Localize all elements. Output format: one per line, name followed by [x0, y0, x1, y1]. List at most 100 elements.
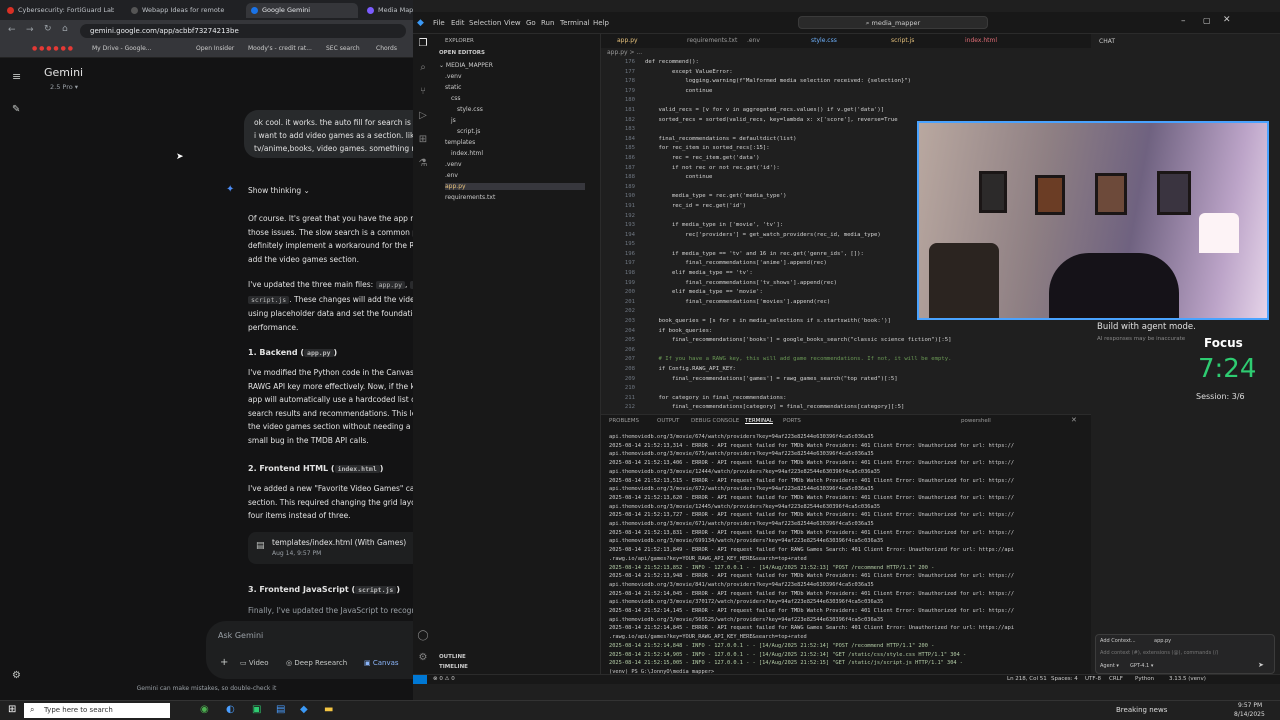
extensions-icon[interactable]: ⊞ — [417, 134, 429, 146]
app-icon[interactable]: ▤ — [276, 704, 285, 715]
context-file-chip[interactable]: app.py — [1154, 638, 1171, 644]
back-icon[interactable]: ← — [8, 25, 16, 35]
editor-tab-app-py[interactable]: app.py — [617, 37, 638, 44]
panel-tab-problems[interactable]: PROBLEMS — [609, 418, 639, 424]
breadcrumb[interactable]: app.py > ... — [601, 49, 642, 56]
menu-terminal[interactable]: Terminal — [560, 19, 590, 27]
language-mode[interactable]: Python — [1135, 676, 1154, 682]
browser-tab[interactable]: Cybersecurity: FortiGuard Labs — [2, 3, 114, 18]
tree-item[interactable]: templates — [445, 139, 475, 146]
testing-icon[interactable]: ⚗ — [417, 158, 429, 170]
outline-section[interactable]: OUTLINE — [439, 654, 466, 660]
tree-item[interactable]: index.html — [451, 150, 483, 157]
panel-tab-output[interactable]: OUTPUT — [657, 418, 679, 424]
panel-tab-terminal[interactable]: TERMINAL — [745, 418, 773, 424]
menu-icon[interactable]: ≡ — [12, 70, 21, 83]
address-bar[interactable]: gemini.google.com/app/acbbf73274213be — [80, 24, 406, 38]
edge-icon[interactable]: ◐ — [226, 704, 235, 715]
encoding[interactable]: UTF-8 — [1085, 676, 1101, 682]
reload-icon[interactable]: ↻ — [44, 24, 52, 34]
agent-mode-select[interactable]: Agent ▾ — [1100, 663, 1119, 669]
clock-date[interactable]: 8/14/2025 — [1234, 711, 1265, 718]
model-select[interactable]: GPT-4.1 ▾ — [1130, 663, 1153, 669]
manage-gear-icon[interactable]: ⚙ — [417, 652, 429, 664]
browser-tab-active[interactable]: Google Gemini — [246, 3, 358, 18]
tree-item[interactable]: js — [451, 117, 456, 124]
send-icon[interactable]: ➤ — [1258, 661, 1264, 669]
close-icon[interactable]: ✕ — [1223, 15, 1231, 25]
editor-tab[interactable]: requirements.txt — [687, 37, 737, 44]
menu-selection[interactable]: Selection — [469, 19, 501, 27]
windows-start-icon[interactable]: ⊞ — [8, 704, 16, 715]
panel-tab-ports[interactable]: PORTS — [783, 418, 801, 424]
tree-item[interactable]: app.py — [445, 183, 585, 190]
account-icon[interactable]: ◯ — [417, 630, 429, 642]
add-icon[interactable]: + — [220, 657, 228, 668]
menu-go[interactable]: Go — [526, 19, 536, 27]
app-icon[interactable]: ▣ — [252, 704, 261, 715]
vscode-taskbar-icon[interactable]: ◆ — [300, 704, 308, 715]
taskbar-search[interactable]: ⌕ Type here to search — [24, 703, 170, 718]
minimize-icon[interactable]: – — [1181, 16, 1186, 26]
tree-item[interactable]: requirements.txt — [445, 194, 495, 201]
run-debug-icon[interactable]: ▷ — [417, 110, 429, 122]
bookmark-item[interactable]: My Drive - Google... — [92, 45, 152, 52]
settings-gear-icon[interactable]: ⚙ — [12, 670, 21, 681]
command-center-search[interactable]: ⌕ media_mapper — [798, 16, 988, 29]
timeline-section[interactable]: TIMELINE — [439, 664, 468, 670]
cursor-position[interactable]: Ln 218, Col 51 — [1007, 676, 1047, 682]
deep-research-chip[interactable]: ◎ Deep Research — [286, 659, 347, 667]
chrome-icon[interactable]: ◉ — [200, 704, 209, 715]
tree-item[interactable]: script.js — [457, 128, 480, 135]
canvas-file-card[interactable]: ▤ templates/index.html (With Games) Aug … — [248, 532, 413, 564]
search-icon[interactable]: ⌕ — [417, 62, 429, 74]
open-editors-section[interactable]: OPEN EDITORS — [439, 50, 485, 56]
show-thinking-toggle[interactable]: Show thinking ⌄ — [248, 186, 310, 195]
editor-tab[interactable]: .env — [747, 37, 760, 44]
tree-item[interactable]: .venv — [445, 73, 462, 80]
bookmark-item[interactable]: Moody's - credit rat... — [248, 45, 312, 52]
home-icon[interactable]: ⌂ — [62, 24, 68, 34]
prompt-input[interactable]: Ask Gemini — [218, 631, 263, 640]
new-chat-icon[interactable]: ✎ — [12, 104, 20, 115]
panel-tab-debug[interactable]: DEBUG CONSOLE — [691, 418, 739, 424]
menu-file[interactable]: File — [433, 19, 445, 27]
indent-setting[interactable]: Spaces: 4 — [1051, 676, 1078, 682]
terminal-output[interactable]: api.themoviedb.org/3/movie/674/watch/pro… — [609, 433, 1079, 677]
bookmark-item[interactable]: SEC search — [326, 45, 360, 52]
video-chip[interactable]: ▭ Video — [240, 659, 268, 667]
terminal-shell-name[interactable]: powershell — [961, 418, 991, 424]
news-widget[interactable]: Breaking news — [1116, 706, 1167, 714]
bookmark-item[interactable]: Open Insider — [196, 45, 234, 52]
menu-view[interactable]: View — [504, 19, 521, 27]
tree-item[interactable]: ⌄ MEDIA_MAPPER — [439, 62, 493, 69]
tree-item[interactable]: style.css — [457, 106, 483, 113]
tree-item[interactable]: css — [451, 95, 461, 102]
tree-item[interactable]: static — [445, 84, 461, 91]
browser-tab[interactable]: Media Mapper — [362, 3, 413, 18]
line-ending[interactable]: CRLF — [1109, 676, 1123, 682]
tree-item[interactable]: .venv — [445, 161, 462, 168]
close-panel-icon[interactable]: ✕ — [1071, 416, 1077, 424]
clock-time[interactable]: 9:57 PM — [1238, 702, 1262, 709]
model-selector[interactable]: 2.5 Pro ▾ — [50, 83, 78, 91]
source-control-icon[interactable]: ⑂ — [417, 86, 429, 98]
editor-tab[interactable]: index.html — [965, 37, 997, 44]
bookmark-item[interactable]: Chords — [376, 45, 397, 52]
chat-input-box[interactable]: Add Context... app.py Add context (#), e… — [1095, 634, 1275, 674]
remote-indicator-icon[interactable] — [413, 675, 427, 684]
chat-input[interactable]: Add context (#), extensions (@), command… — [1100, 650, 1218, 656]
maximize-icon[interactable]: ▢ — [1203, 16, 1211, 25]
tree-item[interactable]: .env — [445, 172, 458, 179]
canvas-chip[interactable]: ▣ Canvas — [364, 659, 399, 667]
problems-count[interactable]: ⊗ 0 ⚠ 0 — [433, 676, 455, 682]
browser-tab[interactable]: Webapp Ideas for remote — [126, 3, 238, 18]
menu-help[interactable]: Help — [593, 19, 609, 27]
python-interpreter[interactable]: 3.13.5 (venv) — [1169, 676, 1206, 682]
bookmark-icons[interactable]: ● ● ● ● ● ● — [32, 45, 73, 52]
explorer-icon[interactable]: ❐ — [417, 38, 429, 50]
menu-edit[interactable]: Edit — [451, 19, 465, 27]
editor-tab[interactable]: script.js — [891, 37, 914, 44]
menu-run[interactable]: Run — [541, 19, 554, 27]
file-explorer-icon[interactable]: ▬ — [324, 704, 333, 715]
